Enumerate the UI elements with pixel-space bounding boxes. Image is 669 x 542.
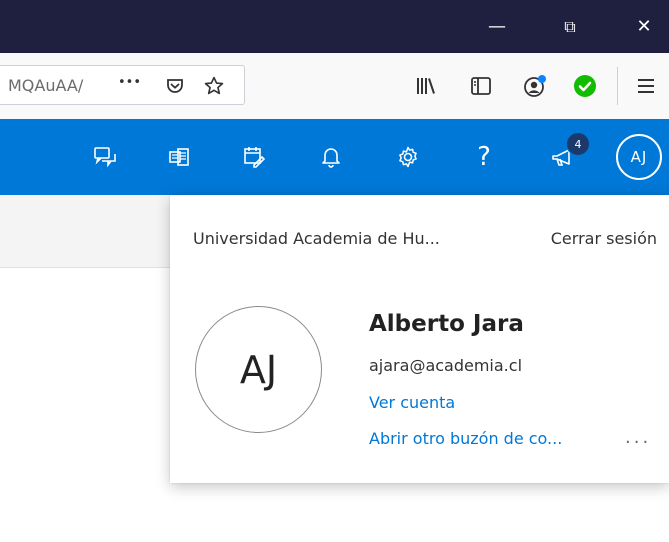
more-options-button[interactable]: ...: [625, 427, 651, 448]
browser-toolbar: MQAuAA/ •••: [0, 53, 669, 120]
bell-icon[interactable]: [313, 139, 349, 175]
organization-name: Universidad Academia de Hu...: [193, 229, 440, 248]
help-icon[interactable]: ?: [466, 139, 502, 175]
notification-badge: 4: [566, 132, 590, 156]
url-bar[interactable]: MQAuAA/ •••: [0, 65, 245, 105]
open-other-mailbox-link[interactable]: Abrir otro buzón de co...: [369, 429, 562, 448]
sign-out-link[interactable]: Cerrar sesión: [551, 229, 657, 248]
view-account-link[interactable]: Ver cuenta: [369, 393, 455, 412]
window-title-bar: — ⧉ ✕: [0, 0, 669, 53]
my-day-icon[interactable]: [236, 139, 272, 175]
user-name: Alberto Jara: [369, 311, 524, 337]
minimize-button[interactable]: —: [472, 0, 522, 53]
office-apps-icon[interactable]: [161, 139, 197, 175]
user-email: ajara@academia.cl: [369, 356, 523, 375]
close-button[interactable]: ✕: [619, 0, 669, 53]
bookmark-star-icon[interactable]: [201, 73, 227, 99]
library-icon[interactable]: [413, 73, 439, 99]
hamburger-menu-icon[interactable]: [633, 73, 659, 99]
profile-avatar[interactable]: AJ: [195, 306, 322, 433]
page-actions-icon[interactable]: •••: [118, 75, 141, 90]
restore-button[interactable]: ⧉: [545, 0, 595, 53]
gear-icon[interactable]: [390, 139, 426, 175]
feedback-icon[interactable]: [87, 139, 123, 175]
shield-check-icon[interactable]: [570, 71, 600, 101]
sidebar-icon[interactable]: [468, 73, 494, 99]
account-icon[interactable]: [520, 71, 550, 101]
pocket-icon[interactable]: [163, 74, 187, 98]
account-manager-panel: Universidad Academia de Hu... Cerrar ses…: [170, 195, 669, 483]
app-header: ?: [0, 119, 669, 195]
url-text[interactable]: MQAuAA/: [8, 76, 83, 95]
account-avatar-button[interactable]: AJ: [616, 134, 662, 180]
toolbar-divider: [617, 67, 618, 105]
